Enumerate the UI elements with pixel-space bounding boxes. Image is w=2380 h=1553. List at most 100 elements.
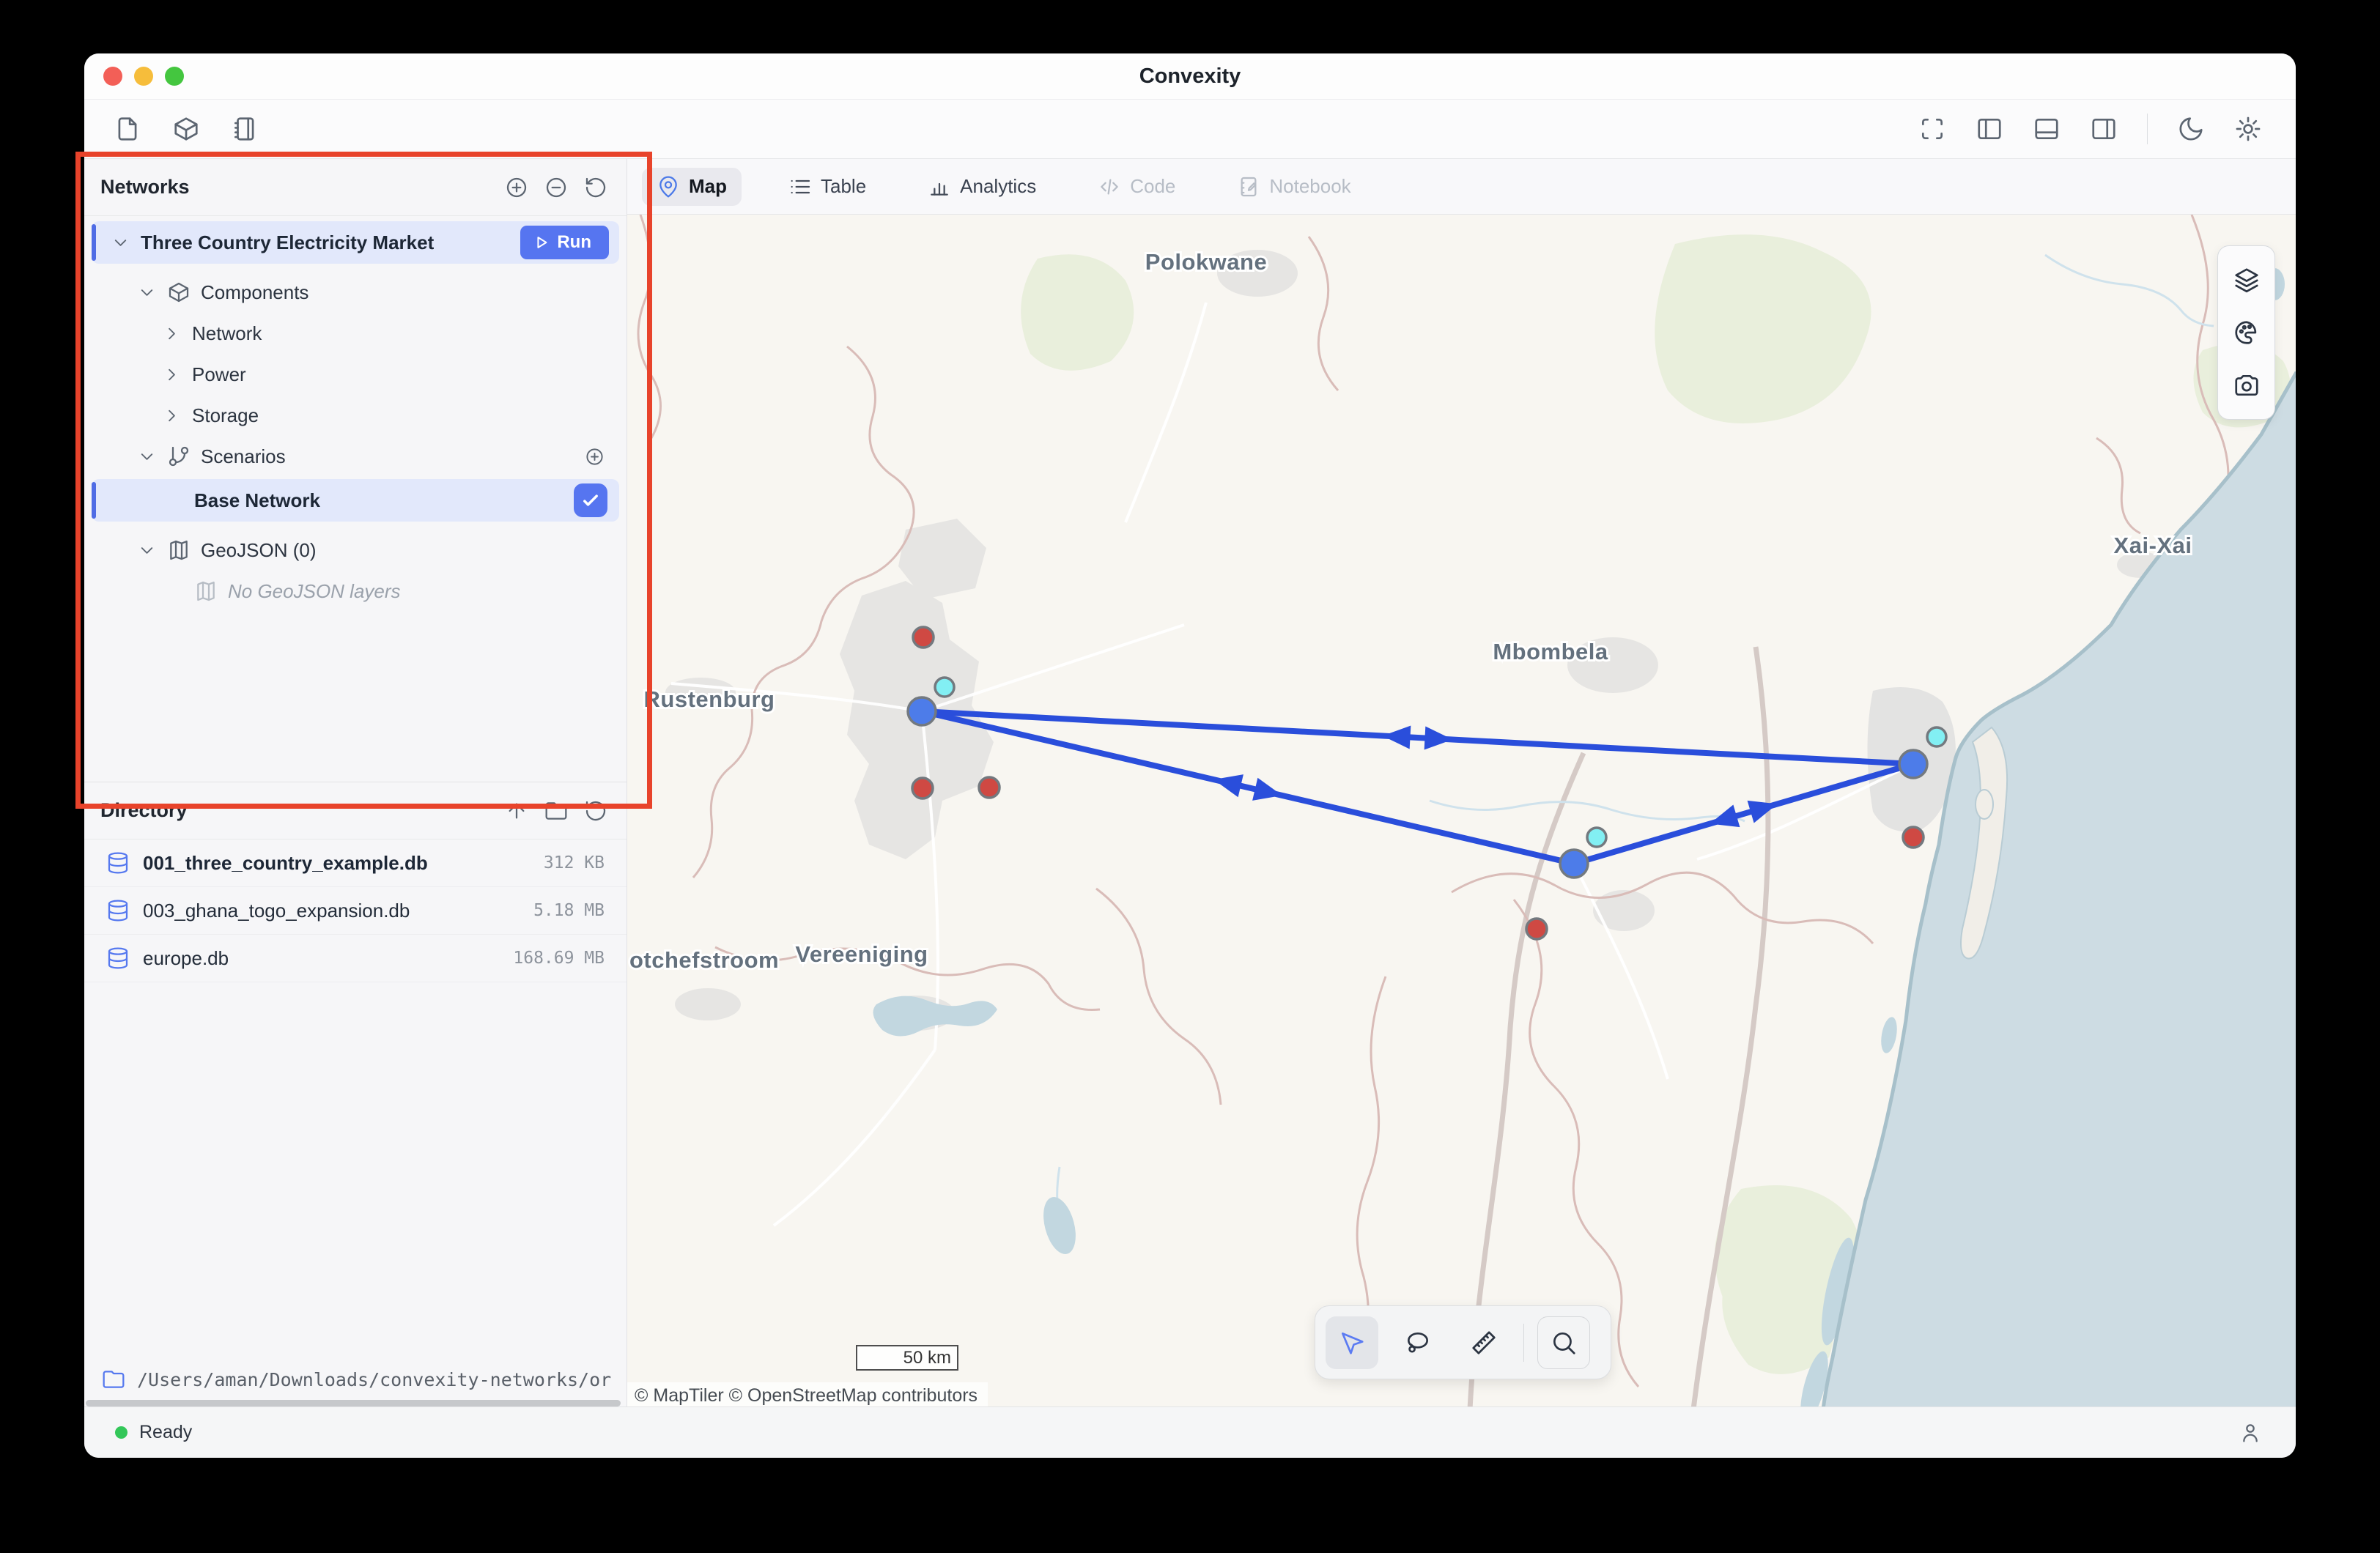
bus-node[interactable] <box>1899 750 1927 778</box>
file-row[interactable]: 003_ghana_togo_expansion.db 5.18 MB <box>84 887 627 935</box>
bus-node[interactable] <box>1560 850 1588 878</box>
search-tool-button[interactable] <box>1537 1316 1590 1369</box>
layers-button[interactable] <box>2233 266 2261 294</box>
chevron-down-icon[interactable] <box>137 283 157 303</box>
folder-icon <box>544 799 568 823</box>
dark-mode-button[interactable] <box>2177 115 2205 143</box>
rotate-ccw-icon <box>584 176 607 199</box>
toggle-left-panel-button[interactable] <box>1976 115 2003 143</box>
toggle-right-panel-button[interactable] <box>2090 115 2118 143</box>
moon-icon <box>2177 115 2205 143</box>
database-icon <box>106 899 130 922</box>
scan-icon <box>1918 115 1946 143</box>
fullscreen-button[interactable] <box>1918 115 1946 143</box>
add-scenario-button[interactable] <box>585 447 605 467</box>
sidebar: Networks Three Country Electricity Marke… <box>84 159 627 1406</box>
tools-divider <box>1523 1324 1524 1362</box>
close-window-button[interactable] <box>103 67 122 86</box>
check-icon <box>580 490 601 511</box>
chevron-down-icon[interactable] <box>137 541 157 560</box>
scale-label: 50 km <box>903 1348 951 1368</box>
tree-item-components[interactable]: Components <box>92 271 619 314</box>
lasso-tool-button[interactable] <box>1392 1316 1444 1369</box>
tree-item-geojson[interactable]: GeoJSON (0) <box>92 529 619 571</box>
path-bar[interactable]: /Users/aman/Downloads/convexity-networks… <box>84 1356 627 1403</box>
map-view[interactable]: PolokwaneRustenburgMbombelaXai-XaiVereen… <box>627 215 2296 1406</box>
refresh-networks-button[interactable] <box>584 176 607 199</box>
generator-node[interactable] <box>912 778 933 798</box>
transmission-line[interactable] <box>1574 764 1913 864</box>
directory-panel-header: Directory <box>84 782 627 839</box>
tree-item-storage[interactable]: Storage <box>92 394 619 437</box>
components-label: Components <box>201 281 308 304</box>
tab-analytics[interactable]: Analytics <box>913 168 1051 206</box>
tree-item-scenarios[interactable]: Scenarios <box>92 435 619 478</box>
tree-item-power[interactable]: Power <box>92 353 619 396</box>
new-file-button[interactable] <box>114 115 141 143</box>
file-row[interactable]: europe.db 168.69 MB <box>84 935 627 982</box>
load-node[interactable] <box>1587 828 1606 847</box>
window-title: Convexity <box>1139 64 1241 89</box>
chevron-right-icon[interactable] <box>162 365 182 385</box>
directory-up-button[interactable] <box>505 799 528 823</box>
city-label: Mbombela <box>1493 639 1608 664</box>
settings-button[interactable] <box>2234 115 2262 143</box>
traffic-lights <box>103 53 184 99</box>
open-folder-button[interactable] <box>544 799 568 823</box>
generator-node[interactable] <box>913 627 934 648</box>
load-node[interactable] <box>1927 727 1946 746</box>
add-network-button[interactable] <box>505 176 528 199</box>
file-list: 001_three_country_example.db 312 KB 003_… <box>84 839 627 982</box>
transmission-line[interactable] <box>922 711 1913 764</box>
circle-plus-icon <box>505 176 528 199</box>
minimize-window-button[interactable] <box>134 67 153 86</box>
toggle-bottom-panel-button[interactable] <box>2033 115 2061 143</box>
ruler-icon <box>1470 1329 1498 1357</box>
components-button[interactable] <box>172 115 200 143</box>
tree-item-network-root[interactable]: Three Country Electricity Market Run <box>92 221 619 264</box>
generator-node[interactable] <box>979 777 999 798</box>
remove-network-button[interactable] <box>544 176 568 199</box>
chevron-down-icon[interactable] <box>111 233 130 253</box>
refresh-directory-button[interactable] <box>584 799 607 823</box>
measure-tool-button[interactable] <box>1457 1316 1510 1369</box>
transmission-line[interactable] <box>922 711 1574 864</box>
file-row[interactable]: 001_three_country_example.db 312 KB <box>84 839 627 887</box>
tab-map[interactable]: Map <box>642 168 742 206</box>
run-button[interactable]: Run <box>520 226 609 259</box>
select-tool-button[interactable] <box>1326 1316 1378 1369</box>
bus-node[interactable] <box>908 697 936 725</box>
tree-item-label: Network <box>192 322 262 345</box>
flow-arrow-icon <box>1710 804 1740 827</box>
tab-code[interactable]: Code <box>1083 168 1190 206</box>
screenshot-button[interactable] <box>2233 371 2261 399</box>
flow-arrow-icon <box>1424 727 1453 750</box>
tab-notebook[interactable]: Notebook <box>1222 168 1365 206</box>
chevron-right-icon[interactable] <box>162 324 182 344</box>
user-icon[interactable] <box>2239 1421 2262 1445</box>
networks-tree: Three Country Electricity Market Run Com… <box>84 215 627 784</box>
scrollbar-thumb[interactable] <box>86 1400 621 1406</box>
tab-table[interactable]: Table <box>774 168 881 206</box>
box-icon <box>167 281 191 304</box>
chevron-right-icon[interactable] <box>162 406 182 426</box>
zoom-window-button[interactable] <box>165 67 184 86</box>
map-style-button[interactable] <box>2233 319 2261 346</box>
flow-arrow-icon <box>1748 801 1778 823</box>
network-overlay[interactable]: PolokwaneRustenburgMbombelaXai-XaiVereen… <box>627 215 2296 1406</box>
generator-node[interactable] <box>1526 919 1547 939</box>
generator-node[interactable] <box>1903 827 1923 848</box>
chevron-down-icon[interactable] <box>137 447 157 467</box>
scenario-checkbox[interactable] <box>574 483 607 517</box>
geojson-label: GeoJSON (0) <box>201 539 317 562</box>
notebook-panel-button[interactable] <box>231 115 259 143</box>
app-window: Convexity <box>84 53 2296 1458</box>
gear-icon <box>2234 115 2262 143</box>
map-scale-bar: 50 km <box>856 1345 958 1371</box>
load-node[interactable] <box>935 678 954 697</box>
file-icon <box>114 115 141 143</box>
map-icon <box>194 579 218 603</box>
tree-item-network[interactable]: Network <box>92 312 619 355</box>
tree-item-base-network[interactable]: Base Network <box>92 479 619 522</box>
horizontal-scrollbar[interactable] <box>86 1400 619 1406</box>
